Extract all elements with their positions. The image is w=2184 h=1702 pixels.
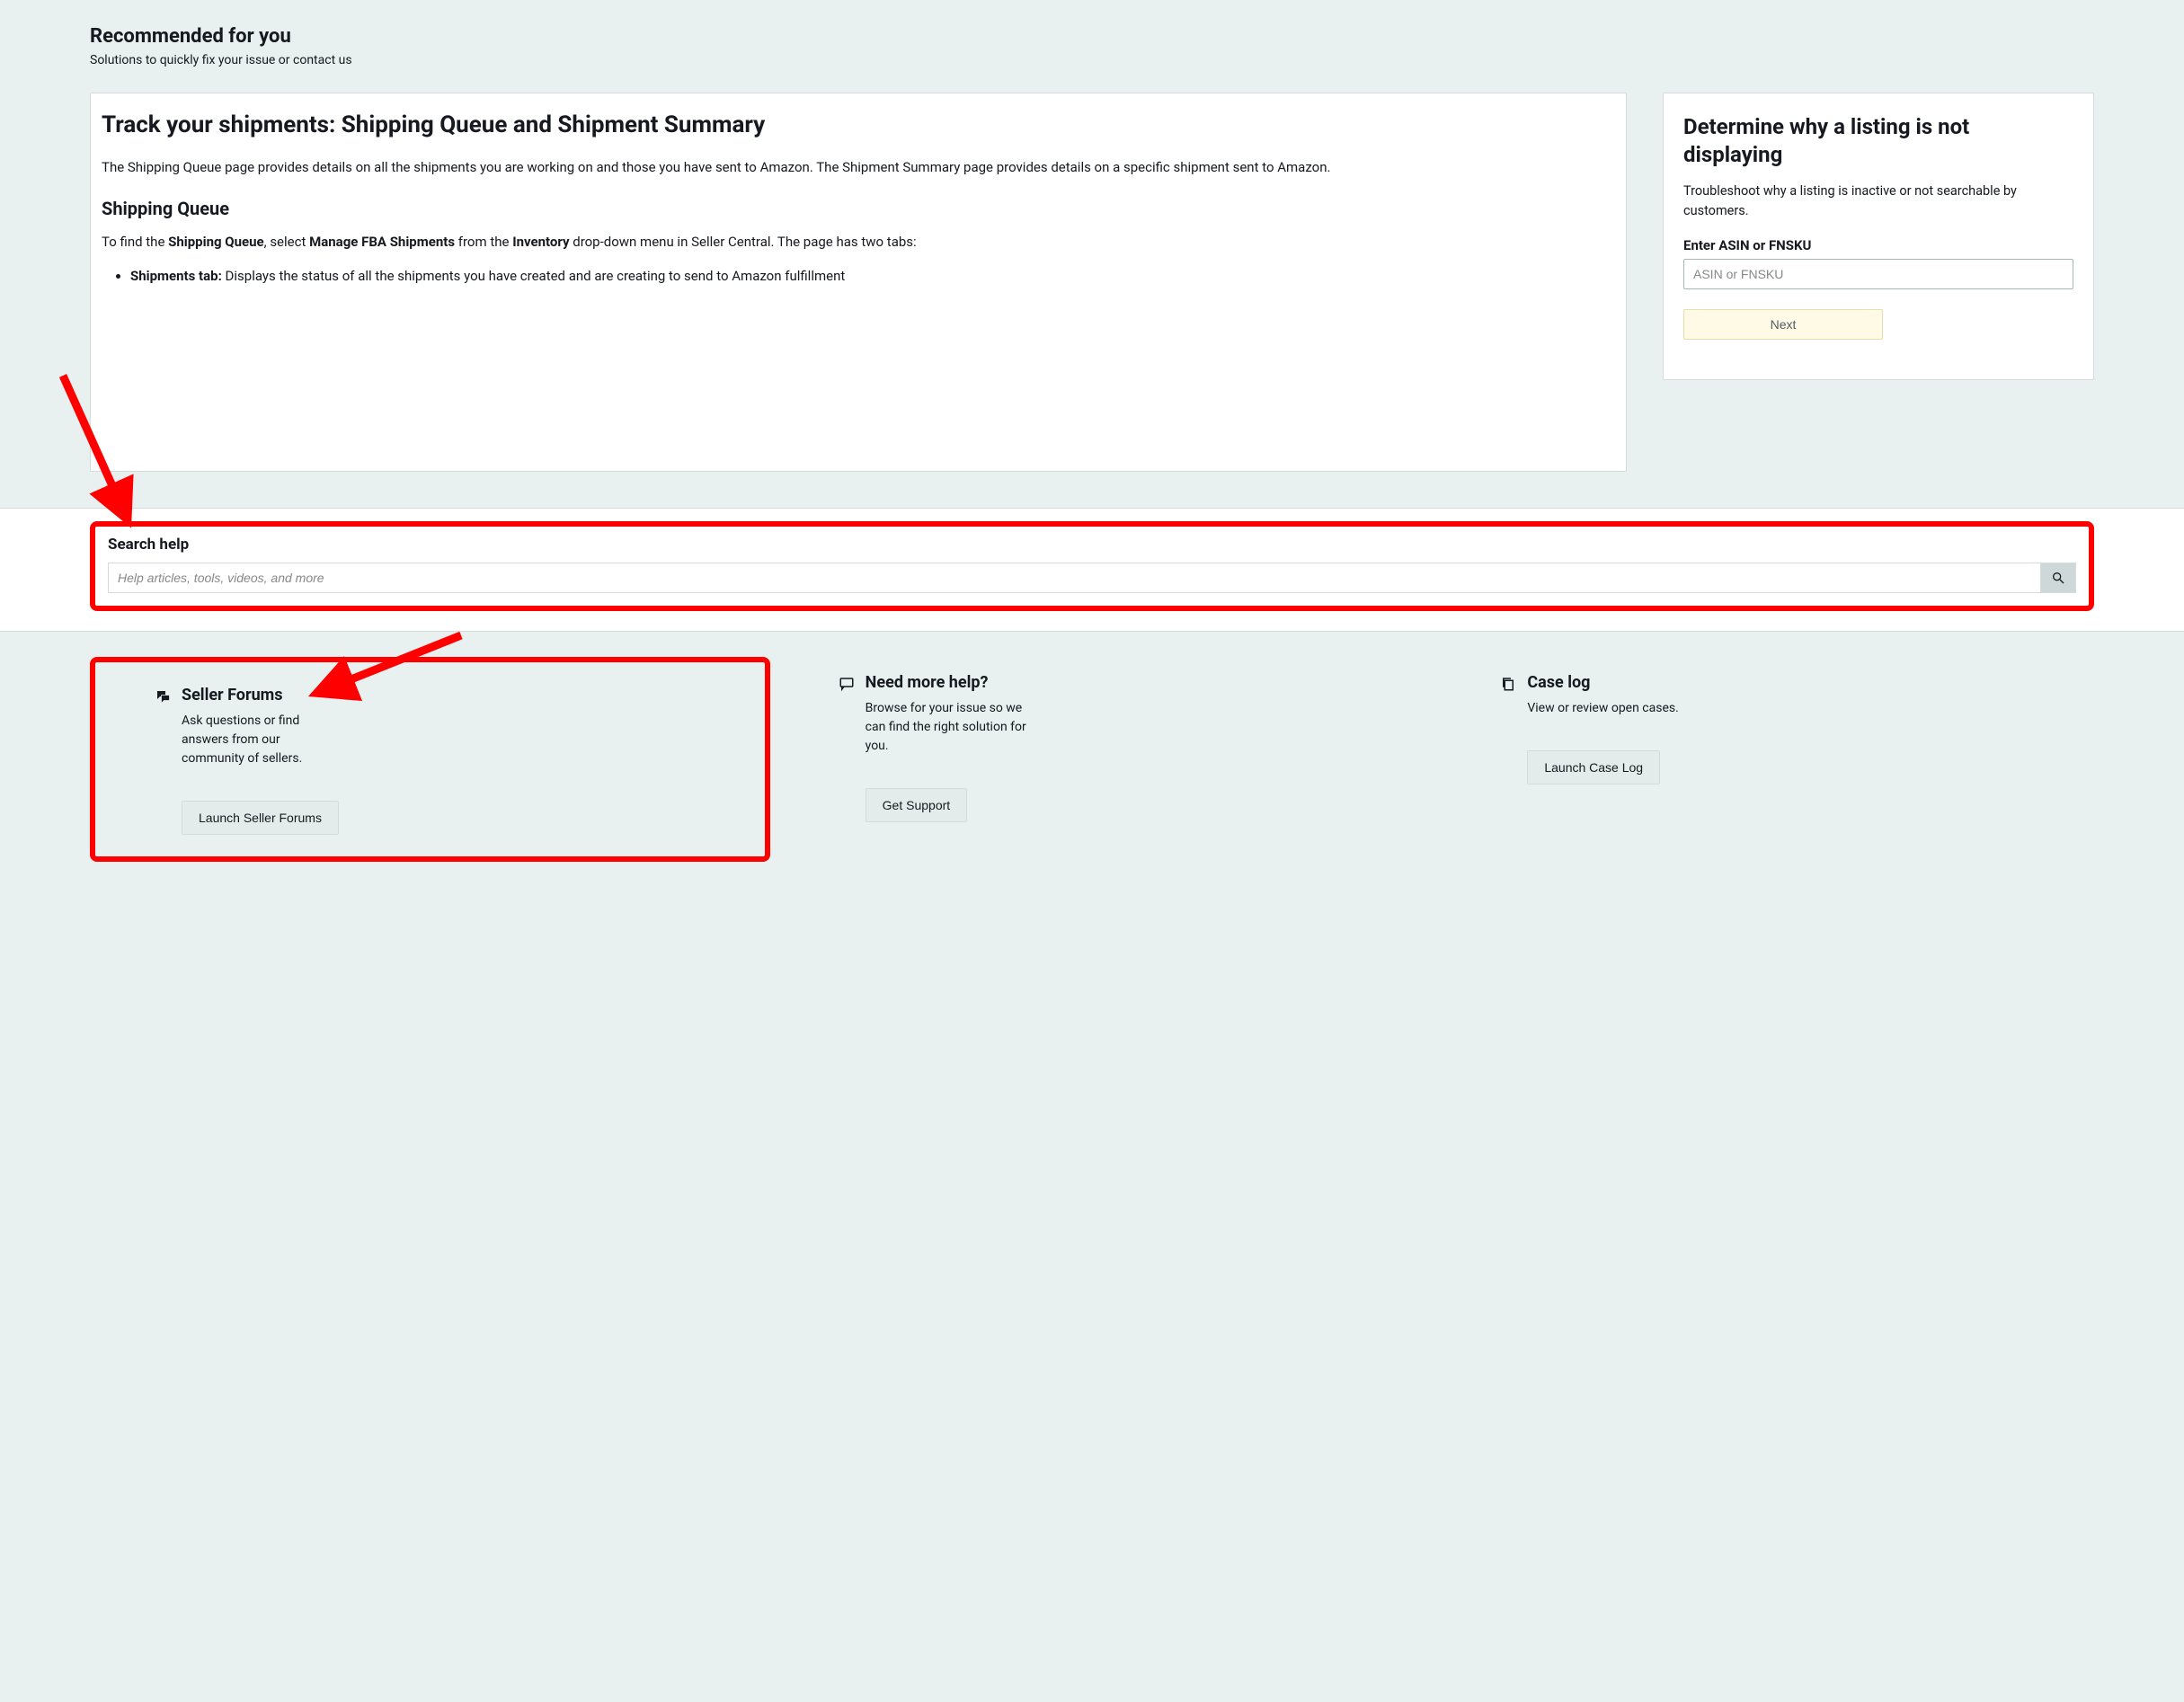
next-button[interactable]: Next <box>1683 309 1883 340</box>
need-help-desc: Browse for your issue so we can find the… <box>795 699 1029 756</box>
search-help-highlight: Search help <box>90 521 2094 611</box>
shipping-queue-find: To find the Shipping Queue, select Manag… <box>102 232 1608 253</box>
recommended-title: Recommended for you <box>90 25 2094 48</box>
card-seller-forums: Seller Forums Ask questions or find answ… <box>90 657 770 862</box>
help-options-section: Seller Forums Ask questions or find answ… <box>0 632 2184 907</box>
chat-icon <box>839 673 855 692</box>
shipments-scroll[interactable]: Track your shipments: Shipping Queue and… <box>91 93 1626 471</box>
shipping-queue-tabs-list: Shipments tab: Displays the status of al… <box>102 266 1608 287</box>
forums-desc: Ask questions or find answers from our c… <box>111 712 345 768</box>
recommended-section: Recommended for you Solutions to quickly… <box>0 0 2184 508</box>
card-case-log: Case log View or review open cases. Laun… <box>1457 657 2094 862</box>
forums-icon <box>155 686 171 705</box>
search-help-title: Search help <box>108 536 2076 554</box>
recommended-subtitle: Solutions to quickly fix your issue or c… <box>90 53 2094 67</box>
search-input[interactable] <box>108 563 2040 593</box>
caselog-desc: View or review open cases. <box>1457 699 1691 718</box>
need-help-title: Need more help? <box>866 673 989 692</box>
forums-title: Seller Forums <box>182 686 282 705</box>
shipping-queue-heading: Shipping Queue <box>102 198 1608 219</box>
asin-label: Enter ASIN or FNSKU <box>1683 237 2073 253</box>
launch-case-log-button[interactable]: Launch Case Log <box>1527 750 1660 785</box>
card-listing-not-displaying: Determine why a listing is not displayin… <box>1663 93 2094 380</box>
copy-icon <box>1500 673 1516 692</box>
search-icon <box>2051 571 2065 585</box>
asin-input[interactable] <box>1683 259 2073 289</box>
shipments-title: Track your shipments: Shipping Queue and… <box>102 110 1608 141</box>
search-button[interactable] <box>2040 563 2076 593</box>
shipments-intro: The Shipping Queue page provides details… <box>102 157 1608 178</box>
search-help-section: Search help <box>0 508 2184 632</box>
listing-title: Determine why a listing is not displayin… <box>1683 113 2073 169</box>
launch-seller-forums-button[interactable]: Launch Seller Forums <box>182 801 339 835</box>
card-need-more-help: Need more help? Browse for your issue so… <box>795 657 1433 862</box>
caselog-title: Case log <box>1527 673 1590 692</box>
listing-desc: Troubleshoot why a listing is inactive o… <box>1683 182 2073 221</box>
card-track-shipments: Track your shipments: Shipping Queue and… <box>90 93 1627 472</box>
get-support-button[interactable]: Get Support <box>866 788 968 822</box>
list-item: Shipments tab: Displays the status of al… <box>130 266 1608 287</box>
